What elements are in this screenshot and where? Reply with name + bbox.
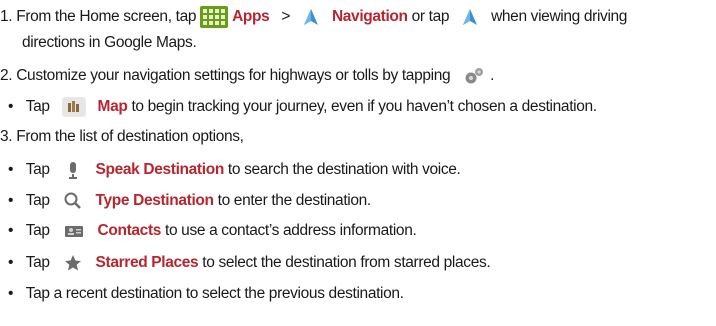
- speak-destination-line: • Tap Speak Destination to search the de…: [8, 159, 461, 181]
- starred-places-line: • Tap Starred Places to select the desti…: [8, 252, 491, 274]
- map-label: Map: [97, 98, 128, 116]
- contacts-label: Contacts: [97, 222, 162, 240]
- step-1-line-1: 1. From the Home screen, tap Apps > Navi…: [0, 6, 627, 28]
- step-2-number: 2.: [0, 67, 13, 85]
- navigation-arrow-icon: [304, 9, 318, 25]
- contacts-desc: to use a contact’s address information.: [165, 222, 417, 240]
- apps-label: Apps: [232, 8, 270, 26]
- bullet: •: [8, 254, 14, 272]
- contacts-icon: [64, 226, 83, 237]
- step-3-line: 3. From the list of destination options,: [0, 127, 244, 149]
- step-2-line: 2. Customize your navigation settings fo…: [0, 66, 494, 88]
- recent-destination-text: Tap a recent destination to select the p…: [25, 285, 404, 302]
- search-icon: [64, 192, 81, 209]
- microphone-icon: [68, 162, 77, 179]
- contacts-line: • Tap Contacts to use a contact’s addres…: [8, 221, 417, 243]
- step-1-text-a: From the Home screen, tap: [16, 8, 197, 26]
- step-2-end: .: [490, 67, 495, 85]
- type-tap-text: Tap: [25, 192, 50, 210]
- bullet: •: [8, 222, 14, 240]
- star-icon: [64, 255, 81, 271]
- step-1-line-2: directions in Google Maps.: [22, 33, 197, 55]
- map-tap-text: Tap: [25, 98, 50, 116]
- step-1-text-c: when viewing driving: [491, 8, 628, 26]
- speak-destination-desc: to search the destination with voice.: [227, 161, 461, 179]
- step-1-text-d: directions in Google Maps.: [22, 34, 197, 51]
- map-bullet-line: • Tap Map to begin tracking your journey…: [8, 97, 597, 119]
- starred-places-desc: to select the destination from starred p…: [202, 254, 491, 272]
- navigation-label: Navigation: [331, 8, 408, 26]
- speak-destination-label: Speak Destination: [95, 161, 225, 179]
- step-1-number: 1.: [0, 8, 13, 26]
- speak-tap-text: Tap: [25, 161, 50, 179]
- map-icon: [61, 97, 86, 117]
- map-desc: to begin tracking your journey, even if …: [131, 98, 597, 116]
- step-3-number: 3.: [0, 128, 13, 145]
- bullet: •: [8, 161, 14, 179]
- bullet: •: [8, 98, 14, 116]
- starred-places-label: Starred Places: [95, 254, 199, 272]
- separator: >: [281, 8, 291, 26]
- step-3-text: From the list of destination options,: [16, 128, 244, 145]
- contacts-tap-text: Tap: [25, 222, 50, 240]
- navigation-arrow-icon-2: [463, 9, 478, 25]
- step-1-text-b: or tap: [411, 8, 450, 26]
- bullet: •: [8, 192, 14, 210]
- apps-grid-icon: [200, 6, 229, 28]
- step-2-text: Customize your navigation settings for h…: [16, 67, 451, 85]
- type-destination-desc: to enter the destination.: [217, 192, 372, 210]
- type-destination-line: • Tap Type Destination to enter the dest…: [8, 190, 371, 212]
- type-destination-label: Type Destination: [95, 192, 214, 210]
- instructions-document: 1. From the Home screen, tap Apps > Navi…: [0, 0, 716, 326]
- recent-destination-line: • Tap a recent destination to select the…: [8, 284, 404, 306]
- bullet: •: [8, 285, 14, 302]
- starred-tap-text: Tap: [25, 254, 50, 272]
- settings-gears-icon: [465, 68, 484, 84]
